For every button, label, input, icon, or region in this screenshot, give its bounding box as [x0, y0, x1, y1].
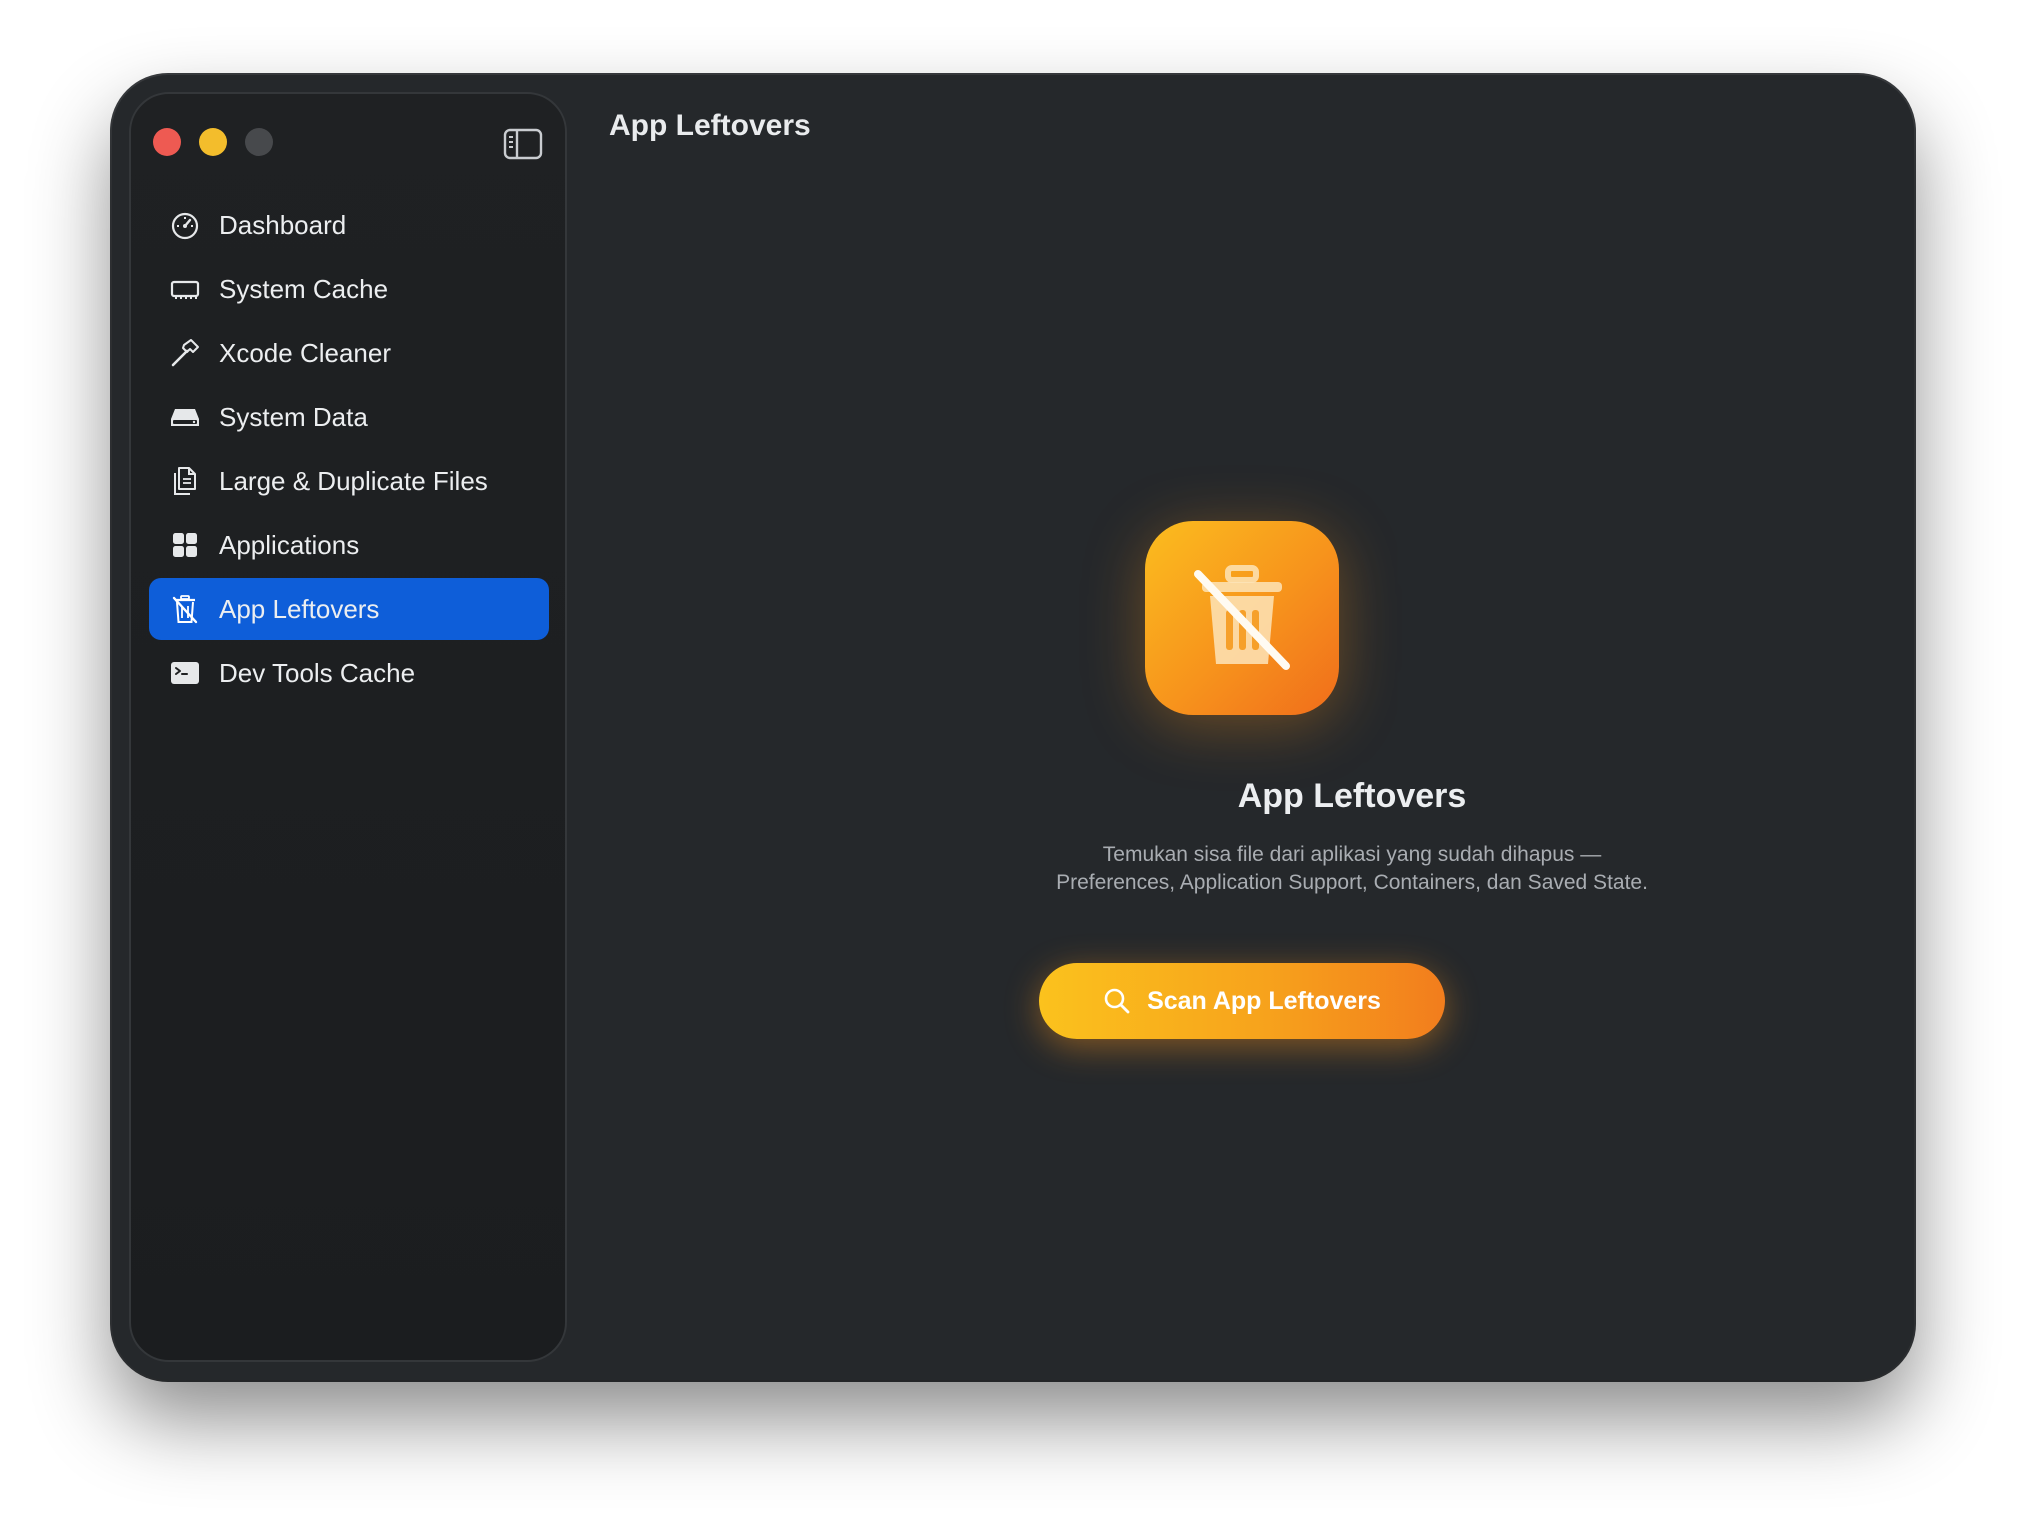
sidebar-item-label: System Data [219, 401, 368, 432]
memory-chip-icon [169, 273, 201, 305]
sidebar-item-system-data[interactable]: System Data [149, 386, 549, 448]
sidebar-item-label: Dev Tools Cache [219, 657, 416, 688]
sidebar-nav: Dashboard System Cache Xcode Cleaner Sys… [149, 194, 549, 706]
sidebar-item-system-cache[interactable]: System Cache [149, 258, 549, 320]
hammer-icon [169, 337, 201, 369]
sidebar-item-label: Dashboard [219, 209, 347, 240]
sidebar-item-label: App Leftovers [219, 593, 380, 624]
scan-button-label: Scan App Leftovers [1147, 986, 1381, 1015]
sidebar-item-label: Xcode Cleaner [219, 337, 391, 368]
gauge-icon [169, 209, 201, 241]
sidebar-item-label: Large & Duplicate Files [219, 465, 488, 496]
search-icon [1104, 988, 1130, 1014]
sidebar-item-label: Applications [219, 529, 360, 560]
page-title: App Leftovers [609, 109, 811, 142]
sidebar-item-xcode-cleaner[interactable]: Xcode Cleaner [149, 322, 549, 384]
trash-slash-icon [169, 593, 201, 625]
trash-slash-icon [1194, 565, 1290, 670]
app-window: Dashboard System Cache Xcode Cleaner Sys… [112, 75, 1914, 1380]
close-window-button[interactable] [153, 128, 181, 156]
minimize-window-button[interactable] [199, 128, 227, 156]
hero-description-line: Temukan sisa file dari aplikasi yang sud… [1102, 843, 1602, 866]
sidebar-item-label: System Cache [219, 273, 389, 304]
hero-description-line: Preferences, Application Support, Contai… [1056, 871, 1648, 894]
grid-icon [169, 529, 201, 561]
hero-title: App Leftovers [1237, 777, 1467, 815]
zoom-window-button[interactable] [245, 128, 273, 156]
app-leftovers-hero-icon [1145, 521, 1339, 715]
sidebar-item-dev-tools-cache[interactable]: Dev Tools Cache [149, 642, 549, 704]
terminal-icon [169, 657, 201, 689]
sidebar-item-dashboard[interactable]: Dashboard [149, 194, 549, 256]
scan-app-leftovers-button[interactable]: Scan App Leftovers [1039, 963, 1445, 1039]
sidebar-item-applications[interactable]: Applications [149, 514, 549, 576]
sidebar-item-large-duplicate-files[interactable]: Large & Duplicate Files [149, 450, 549, 512]
drive-icon [169, 401, 201, 433]
sidebar-toggle-icon[interactable] [503, 128, 543, 160]
hero-description: Temukan sisa file dari aplikasi yang sud… [692, 841, 1914, 897]
duplicate-doc-icon [169, 465, 201, 497]
sidebar: Dashboard System Cache Xcode Cleaner Sys… [129, 92, 567, 1362]
sidebar-item-app-leftovers[interactable]: App Leftovers [149, 578, 549, 640]
